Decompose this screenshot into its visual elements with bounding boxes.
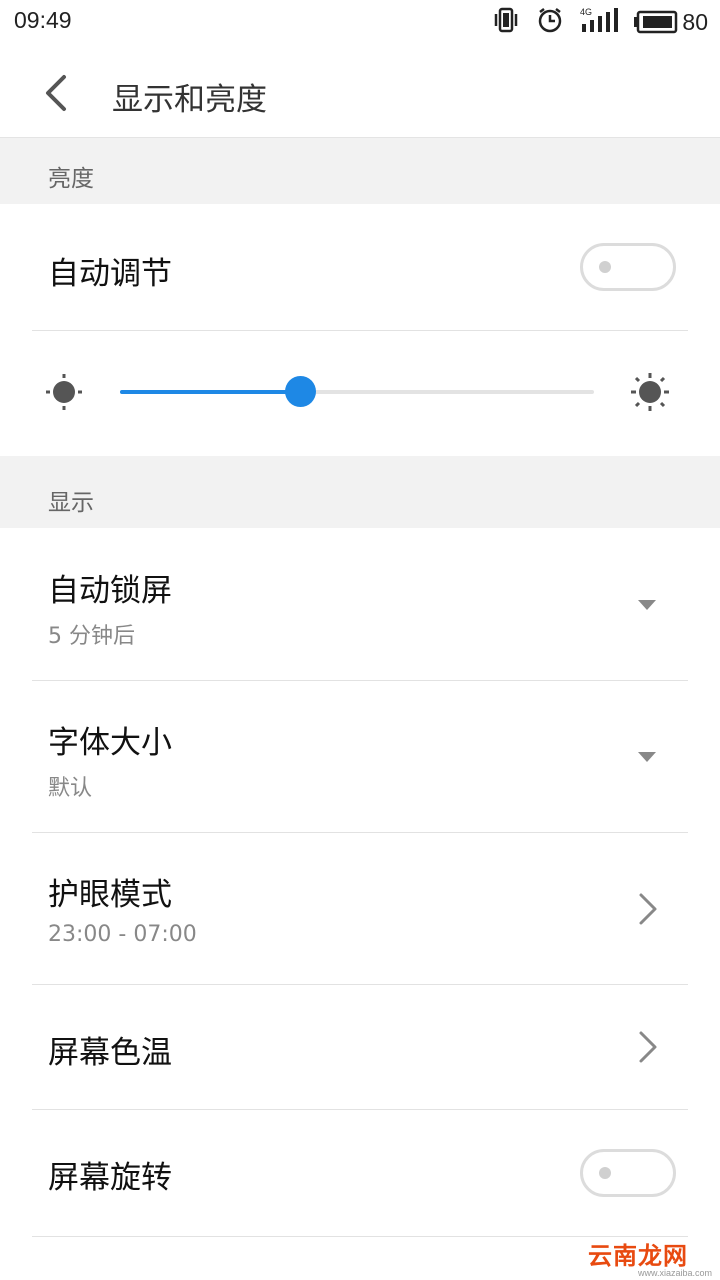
- font-size-value: 默认: [48, 776, 93, 801]
- page-title: 显示和亮度: [112, 82, 267, 118]
- section-header-display: 显示: [0, 456, 720, 528]
- vibrate-icon: [492, 6, 520, 38]
- screen-rotation-toggle[interactable]: [580, 1149, 676, 1197]
- section-header-brightness: 亮度: [0, 138, 720, 204]
- title-bar: 显示和亮度: [0, 46, 720, 138]
- back-button[interactable]: [30, 66, 84, 120]
- auto-lock-title: 自动锁屏: [48, 573, 172, 609]
- chevron-right-icon[interactable]: [636, 1029, 660, 1065]
- font-size-row[interactable]: 字体大小 默认: [0, 681, 720, 832]
- screen-rotation-row[interactable]: 屏幕旋转: [0, 1110, 720, 1236]
- brightness-high-icon: [630, 372, 670, 416]
- auto-adjust-label: 自动调节: [48, 256, 172, 292]
- dropdown-arrow-icon[interactable]: [638, 752, 656, 762]
- font-size-title: 字体大小: [48, 725, 172, 761]
- status-icons: 4G 80: [492, 6, 708, 38]
- color-temperature-row[interactable]: 屏幕色温: [0, 985, 720, 1109]
- battery-percent: 80: [682, 8, 708, 35]
- status-time: 09:49: [14, 7, 72, 33]
- auto-lock-value: 5 分钟后: [48, 624, 135, 649]
- watermark-url: www.xiazaiba.com: [637, 1268, 712, 1278]
- eye-protection-schedule: 23:00 - 07:00: [48, 922, 197, 947]
- dropdown-arrow-icon[interactable]: [638, 600, 656, 610]
- toggle-knob: [599, 261, 611, 273]
- eye-protection-title: 护眼模式: [48, 877, 172, 913]
- network-type-label: 4G: [580, 7, 592, 17]
- auto-lock-row[interactable]: 自动锁屏 5 分钟后: [0, 528, 720, 680]
- section-label-display: 显示: [48, 490, 94, 516]
- eye-protection-row[interactable]: 护眼模式 23:00 - 07:00: [0, 833, 720, 984]
- brightness-slider-fill: [120, 390, 301, 394]
- watermark-logo: 云南龙网 www.xiazaiba.com: [580, 1220, 716, 1278]
- brightness-slider[interactable]: [120, 376, 594, 407]
- color-temperature-title: 屏幕色温: [48, 1035, 172, 1071]
- auto-adjust-row[interactable]: 自动调节: [0, 204, 720, 330]
- chevron-right-icon[interactable]: [636, 891, 660, 927]
- screen-rotation-title: 屏幕旋转: [48, 1160, 172, 1196]
- auto-adjust-toggle[interactable]: [580, 243, 676, 291]
- brightness-low-icon: [44, 372, 84, 416]
- brightness-slider-thumb[interactable]: [285, 376, 317, 407]
- signal-4g-icon: 4G: [580, 6, 619, 38]
- back-arrow-icon: [46, 75, 66, 111]
- toggle-knob: [599, 1167, 611, 1179]
- watermark-text: 云南龙网: [588, 1242, 688, 1270]
- battery-icon: [634, 10, 678, 34]
- section-label-brightness: 亮度: [48, 166, 94, 192]
- status-bar: 09:49 4G 80: [0, 0, 720, 46]
- battery-indicator: 80: [634, 9, 708, 36]
- alarm-icon: [536, 6, 564, 38]
